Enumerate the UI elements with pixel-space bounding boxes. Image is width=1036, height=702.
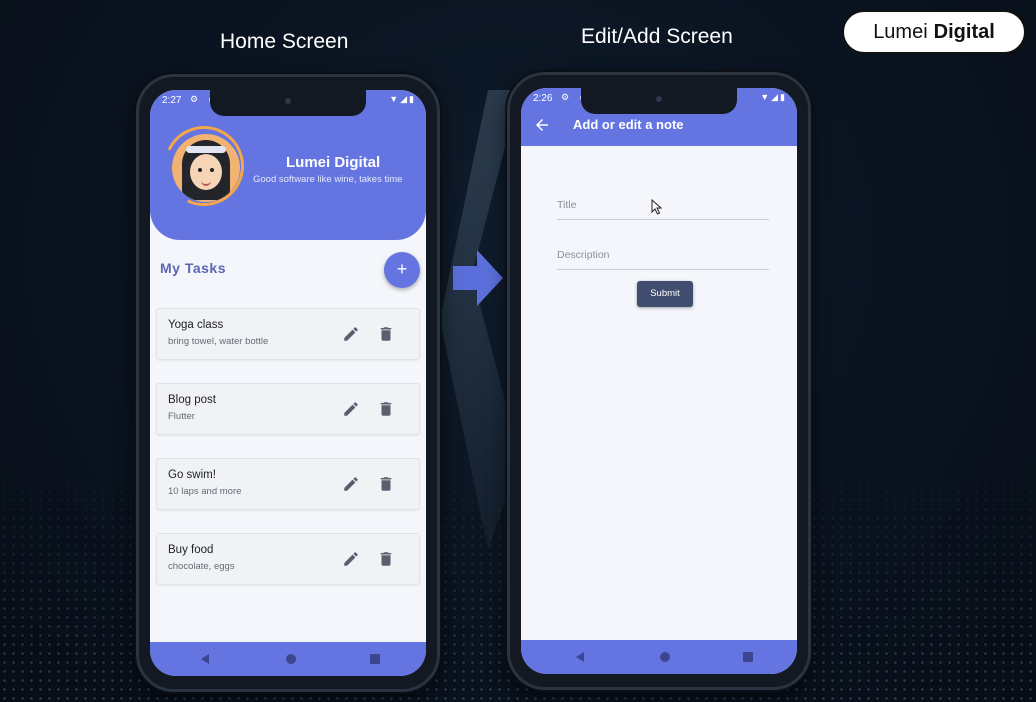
pencil-icon[interactable]	[342, 550, 360, 568]
task-title: Go swim!	[168, 469, 216, 481]
task-description: chocolate, eggs	[168, 561, 235, 572]
edit-screen-caption: Edit/Add Screen	[581, 25, 733, 48]
circle-home-icon[interactable]	[658, 650, 672, 664]
description-input[interactable]	[557, 249, 769, 261]
add-task-button[interactable]: +	[384, 252, 420, 288]
task-item[interactable]: Go swim! 10 laps and more	[156, 458, 420, 510]
triangle-back-icon[interactable]	[198, 652, 212, 666]
task-title: Blog post	[168, 394, 216, 406]
profile-avatar[interactable]	[152, 114, 256, 218]
pencil-icon[interactable]	[342, 475, 360, 493]
task-item[interactable]: Blog post Flutter	[156, 383, 420, 435]
submit-button[interactable]: Submit	[637, 281, 693, 307]
app-bar-title: Add or edit a note	[573, 117, 684, 132]
task-list: Yoga class bring towel, water bottle Blo…	[156, 308, 420, 608]
circle-home-icon[interactable]	[284, 652, 298, 666]
trash-icon[interactable]	[377, 475, 395, 493]
brand-badge: Lumei Digital	[842, 10, 1026, 54]
square-recents-icon[interactable]	[741, 650, 755, 664]
home-phone: Lumei Digital Good software like wine, t…	[136, 74, 440, 692]
phone-notch	[581, 88, 737, 114]
description-field[interactable]	[557, 245, 769, 270]
signal-battery-icon: ▼◢▮	[389, 94, 416, 104]
trash-icon[interactable]	[377, 550, 395, 568]
brand-name-regular: Lumei	[873, 20, 928, 43]
trash-icon[interactable]	[377, 325, 395, 343]
task-title: Buy food	[168, 544, 214, 556]
flow-arrow-icon	[453, 250, 503, 306]
profile-name: Lumei Digital	[286, 154, 381, 171]
task-item[interactable]: Buy food chocolate, eggs	[156, 533, 420, 585]
task-item[interactable]: Yoga class bring towel, water bottle	[156, 308, 420, 360]
trash-icon[interactable]	[377, 400, 395, 418]
edit-screen: Add or edit a note 2:26 ⚙ ◉ ◎ ▼◢▮ Submit	[521, 88, 797, 674]
square-recents-icon[interactable]	[368, 652, 382, 666]
arrow-left-icon[interactable]	[533, 116, 551, 134]
section-title: My Tasks	[160, 260, 226, 276]
status-time: 2:27	[162, 95, 182, 106]
phone-notch	[210, 90, 366, 116]
pencil-icon[interactable]	[342, 325, 360, 343]
title-input[interactable]	[557, 199, 769, 211]
profile-tagline: Good software like wine, takes time	[253, 174, 403, 185]
signal-battery-icon: ▼◢▮	[760, 92, 787, 102]
triangle-back-icon[interactable]	[573, 650, 587, 664]
home-screen-caption: Home Screen	[220, 30, 349, 53]
status-time: 2:26	[533, 93, 553, 104]
task-description: bring towel, water bottle	[168, 336, 269, 347]
task-description: 10 laps and more	[168, 486, 242, 497]
brand-name-bold: Digital	[933, 20, 995, 43]
title-field[interactable]	[557, 195, 769, 220]
mouse-cursor-icon	[651, 199, 663, 215]
task-description: Flutter	[168, 411, 195, 422]
edit-phone: Add or edit a note 2:26 ⚙ ◉ ◎ ▼◢▮ Submit	[507, 72, 811, 690]
home-screen: Lumei Digital Good software like wine, t…	[150, 90, 426, 676]
pencil-icon[interactable]	[342, 400, 360, 418]
task-title: Yoga class	[168, 319, 224, 331]
android-nav-bar	[150, 642, 426, 676]
android-nav-bar	[521, 640, 797, 674]
